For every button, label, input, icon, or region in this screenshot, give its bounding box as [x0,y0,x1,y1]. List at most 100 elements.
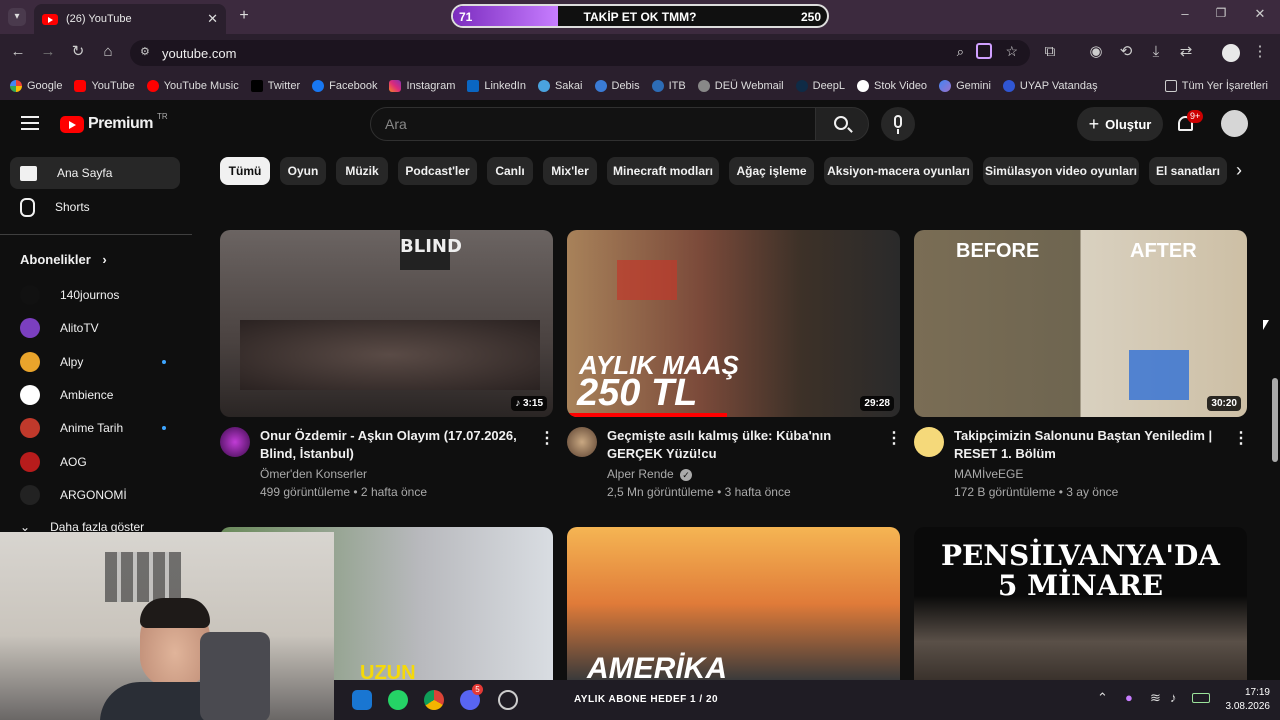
filter-chip[interactable]: Müzik [336,157,388,185]
video-thumbnail[interactable]: AMERİKA [567,527,900,680]
bookmark-stok-video[interactable]: Stok Video [857,80,927,92]
sidebar-item-shorts[interactable]: Shorts [10,191,180,223]
forward-arrow-icon[interactable]: → [38,43,58,61]
notifications-button[interactable]: 9+ [1175,110,1204,137]
filter-chip[interactable]: Oyun [280,157,326,185]
sidebar-item-subscription[interactable]: Ambience [10,379,180,411]
back-arrow-icon[interactable]: ← [8,43,28,61]
video-title[interactable]: Onur Özdemir - Aşkın Olayım (17.07.2026,… [260,427,530,463]
discord-icon[interactable]: 5 [460,684,483,710]
video-menu-icon[interactable]: ⋮ [886,430,902,448]
tab-youtube[interactable]: (26) YouTube ✕ [34,4,226,34]
sidebar-item-home[interactable]: Ana Sayfa [10,157,180,189]
filter-chip[interactable]: Aksiyon-macera oyunları [824,157,973,185]
all-bookmarks[interactable]: Tüm Yer İşaretleri [1164,80,1268,92]
site-info-icon[interactable]: ⚙ [140,45,150,58]
new-tab-button[interactable]: + [236,8,252,24]
video-title[interactable]: Geçmişte asılı kalmış ülke: Küba'nın GER… [607,427,877,463]
channel-avatar[interactable] [567,427,597,457]
clock-date[interactable]: 3.08.2026 [1210,701,1271,712]
channel-name[interactable]: Ömer'den Konserler [260,465,367,483]
reload-icon[interactable]: ↻ [68,43,88,61]
filter-chip[interactable]: Podcast'ler [398,157,477,185]
download-icon[interactable]: ⤓ [1146,43,1166,61]
chips-next-chevron-icon[interactable]: › [1236,160,1252,182]
channel-avatar[interactable] [914,427,944,457]
incognito-icon[interactable]: ◉ [1086,43,1106,61]
chrome-icon[interactable] [424,690,444,710]
whatsapp-icon[interactable] [388,690,408,710]
voice-search-button[interactable] [881,107,915,141]
volume-icon[interactable]: ♪ [1170,690,1177,705]
youtube-logo[interactable]: Premium TR [60,112,168,135]
scrollbar-thumb[interactable] [1272,378,1278,462]
close-tab-icon[interactable]: ✕ [207,11,218,27]
wifi-icon[interactable]: ≋ [1150,690,1161,706]
outlook-icon[interactable] [352,690,372,710]
microphone-tray-icon[interactable]: ● [1125,690,1133,705]
bookmark-instagram[interactable]: Instagram [389,80,455,92]
create-button[interactable]: + Oluştur [1077,107,1163,141]
address-bar[interactable]: ⚙ youtube.com ⌕ ☆ [130,40,1030,66]
filter-chip[interactable]: El sanatları [1149,157,1227,185]
bookmark-youtube[interactable]: YouTube [74,80,135,92]
video-thumbnail[interactable]: AYLIK MAAŞ 250 TL 29:28 [567,230,900,417]
minimize-button[interactable]: – [1178,6,1192,26]
close-window-button[interactable]: ✕ [1253,6,1267,26]
filter-chip[interactable]: Mix'ler [543,157,597,185]
bookmark-gemini[interactable]: Gemini [939,80,991,92]
filter-chip[interactable]: Minecraft modları [607,157,719,185]
search-input[interactable]: Ara [370,107,816,141]
tab-search-button[interactable]: ▾ [8,8,26,26]
zoom-icon[interactable]: ⌕ [957,44,964,60]
home-icon[interactable]: ⌂ [98,43,118,61]
bookmark-deepl[interactable]: DeepL [795,80,845,92]
cast-icon[interactable] [976,43,992,59]
bookmark-youtube-music[interactable]: YouTube Music [146,80,239,92]
translate-icon[interactable]: ⇄ [1176,43,1196,61]
subscriptions-header[interactable]: Abonelikler › [20,252,107,267]
extensions-icon[interactable]: ⧉ [1040,43,1060,61]
video-menu-icon[interactable]: ⋮ [1233,430,1249,448]
bookmark-deu-webmail[interactable]: DEÜ Webmail [697,80,784,92]
bookmark-sakai[interactable]: Sakai [537,80,583,92]
video-thumbnail[interactable]: BLIND ♪ 3:15 [220,230,553,417]
account-avatar[interactable] [1221,110,1248,137]
menu-kebab-icon[interactable]: ⋮ [1250,43,1270,61]
video-menu-icon[interactable]: ⋮ [539,430,555,448]
sidebar-item-subscription[interactable]: Alpy [10,346,180,378]
maximize-button[interactable]: ❐ [1214,6,1228,26]
sidebar-item-subscription[interactable]: AOG [10,446,180,478]
obs-icon[interactable] [498,690,518,710]
bookmark-twitter[interactable]: Twitter [250,80,300,92]
sidebar-item-subscription[interactable]: 140journos [10,279,180,311]
sidebar-item-subscription[interactable]: AlitoTV [10,312,180,344]
history-icon[interactable]: ⟲ [1116,43,1136,61]
sidebar-item-subscription[interactable]: Anime Tarih [10,412,180,444]
bookmark-linkedin[interactable]: LinkedIn [467,80,526,92]
hamburger-menu-icon[interactable] [21,116,39,130]
bookmark-google[interactable]: Google [10,80,62,92]
filter-chip[interactable]: Tümü [220,157,270,185]
video-thumbnail[interactable]: PENSİLVANYA'DA 5 MİNARE [914,527,1247,680]
bookmark-uyap[interactable]: UYAP Vatandaş [1002,80,1098,92]
channel-name[interactable]: MAMİveEGE [954,465,1023,483]
sidebar-item-subscription[interactable]: ARGONOMİ [10,479,180,511]
video-title[interactable]: Takipçimizin Salonunu Baştan Yeniledim |… [954,427,1224,463]
filter-chip[interactable]: Ağaç işleme [729,157,814,185]
battery-icon[interactable] [1192,693,1210,703]
profile-avatar[interactable] [1222,44,1240,62]
bookmark-facebook[interactable]: Facebook [312,80,377,92]
page-scrollbar[interactable] [1270,100,1280,680]
filter-chip[interactable]: Simülasyon video oyunları [983,157,1139,185]
filter-chip[interactable]: Canlı [487,157,533,185]
video-thumbnail[interactable]: BEFORE AFTER 30:20 [914,230,1247,417]
bookmark-debis[interactable]: Debis [594,80,640,92]
clock-time[interactable]: 17:19 [1230,687,1270,698]
bookmark-star-icon[interactable]: ☆ [1005,43,1018,60]
search-button[interactable] [815,107,869,141]
channel-avatar[interactable] [220,427,250,457]
tray-chevron-up-icon[interactable]: ⌃ [1097,690,1108,706]
channel-name[interactable]: Alper Rende ✓ [607,465,693,483]
bookmark-itb[interactable]: ITB [651,80,686,92]
